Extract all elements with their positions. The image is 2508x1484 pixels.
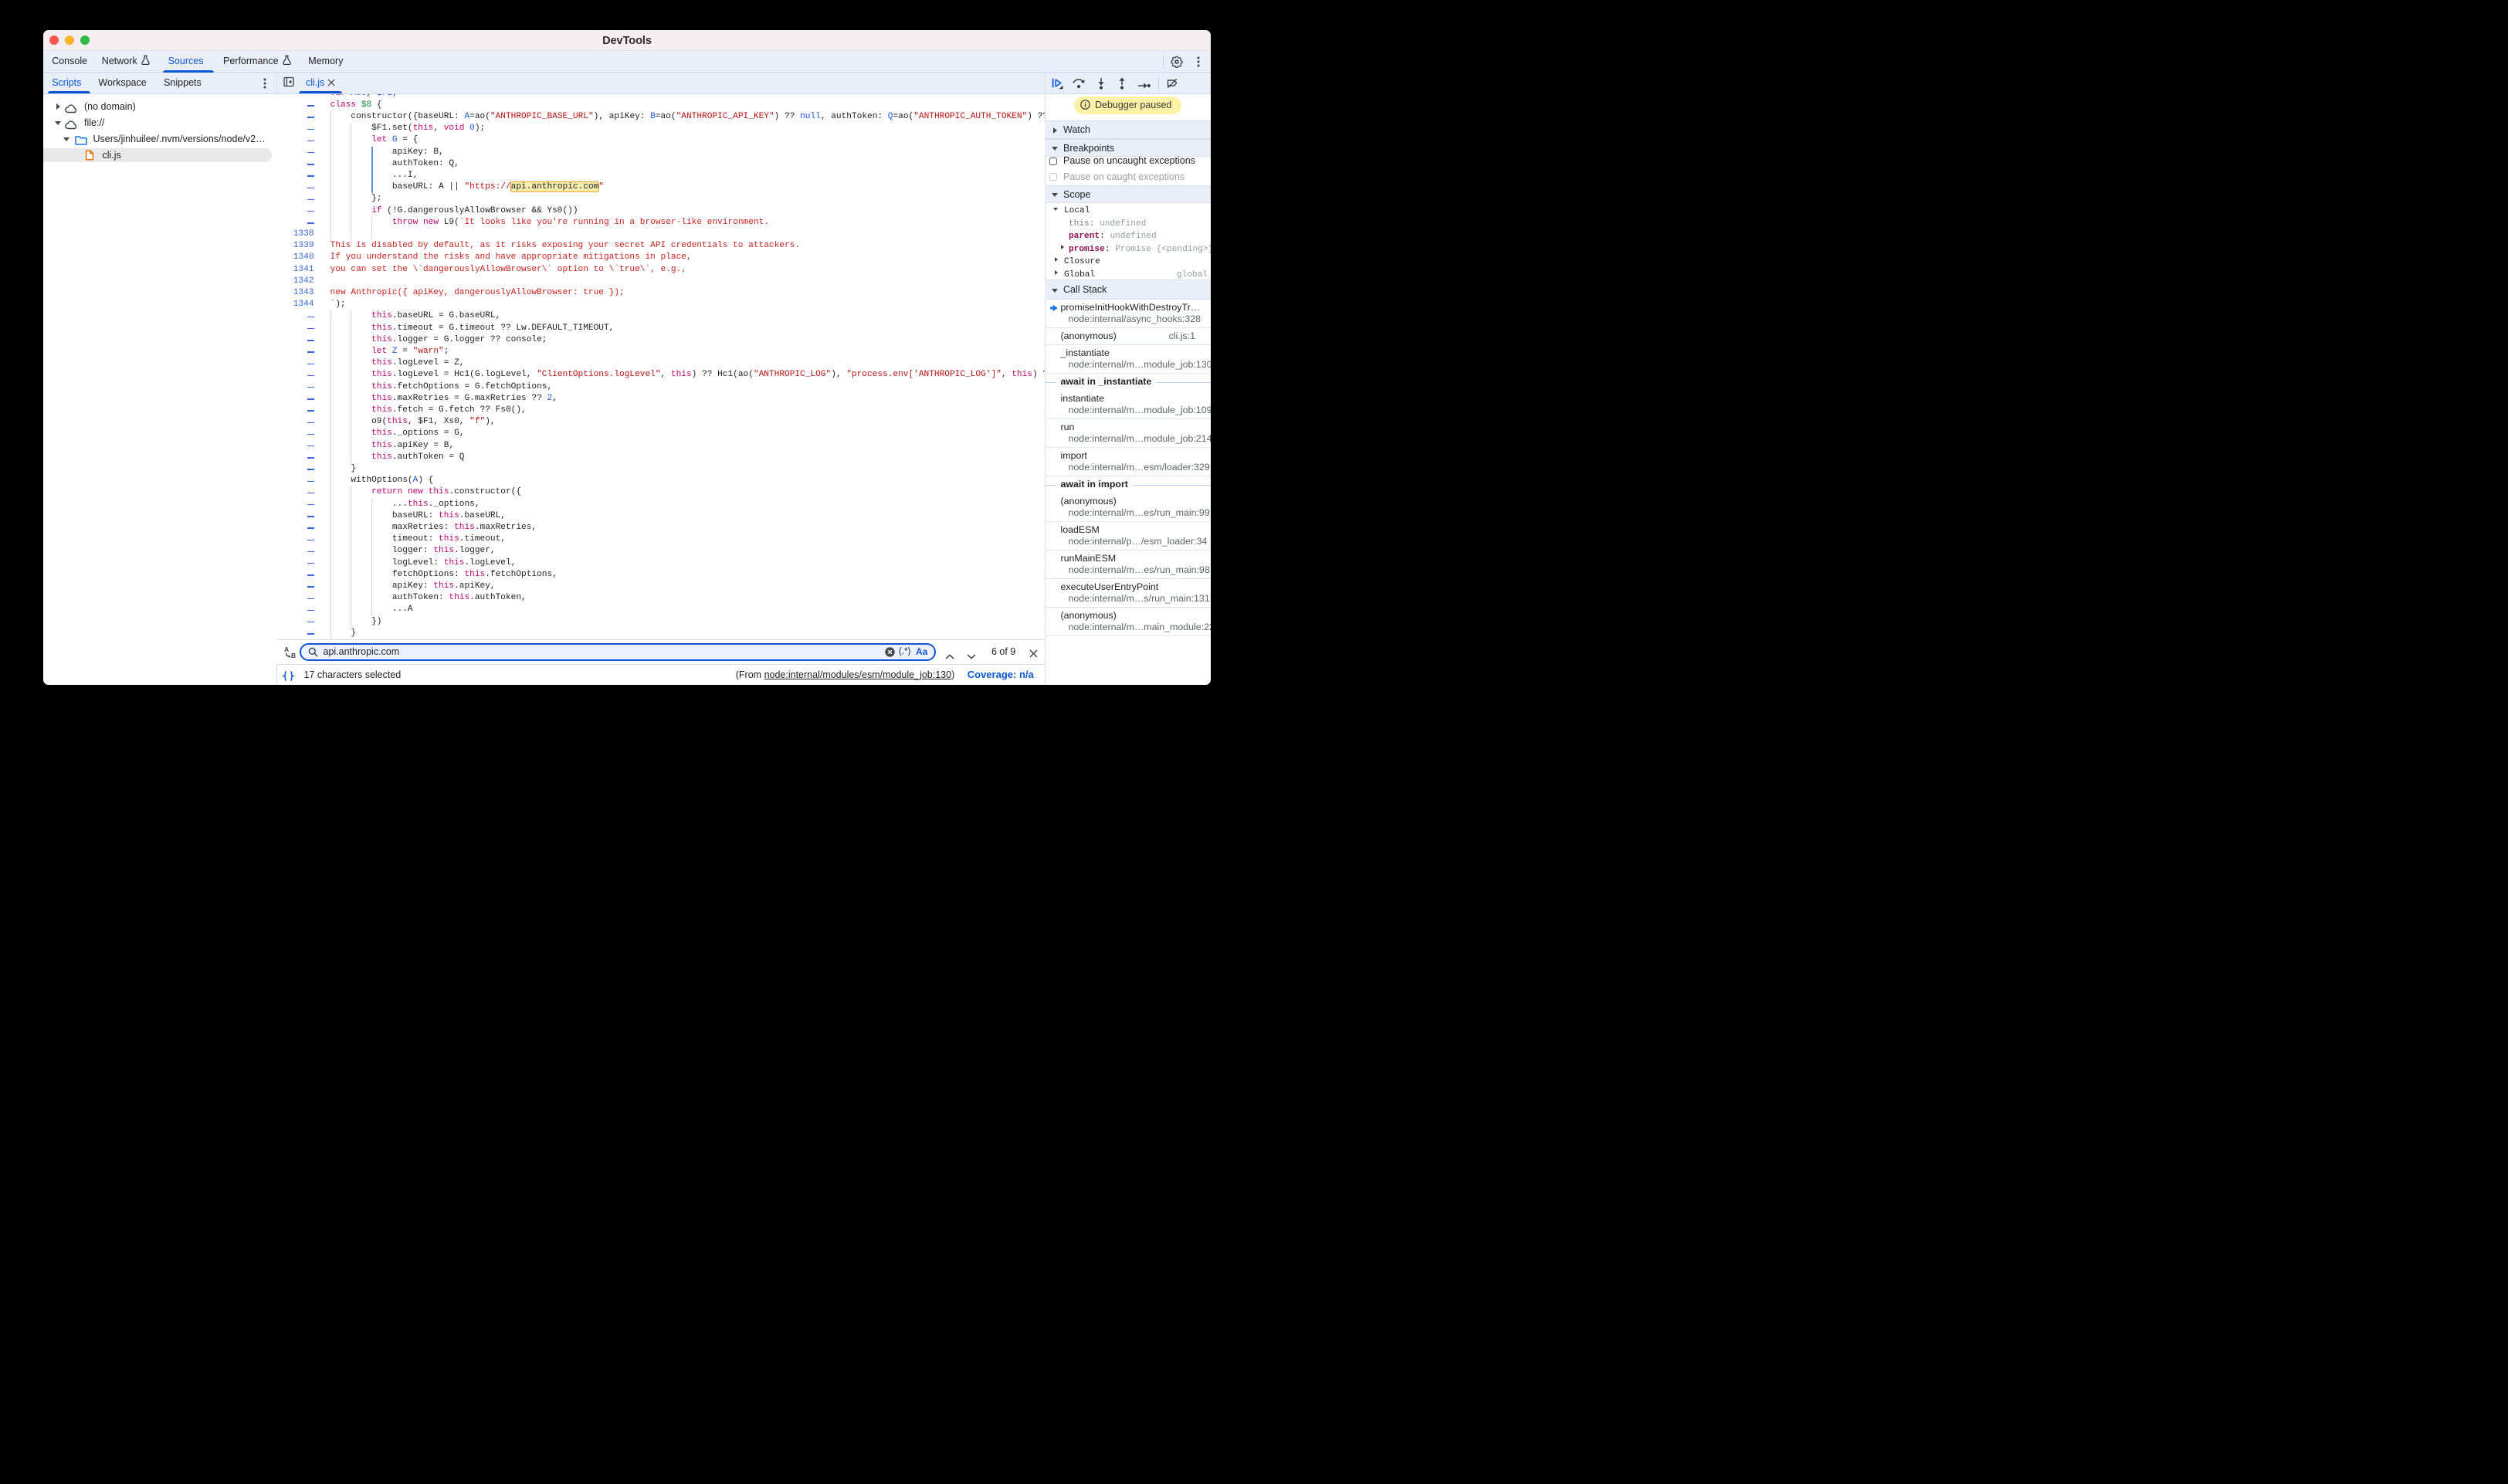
svg-text:A: A <box>284 645 289 653</box>
svg-text:B: B <box>291 652 296 659</box>
